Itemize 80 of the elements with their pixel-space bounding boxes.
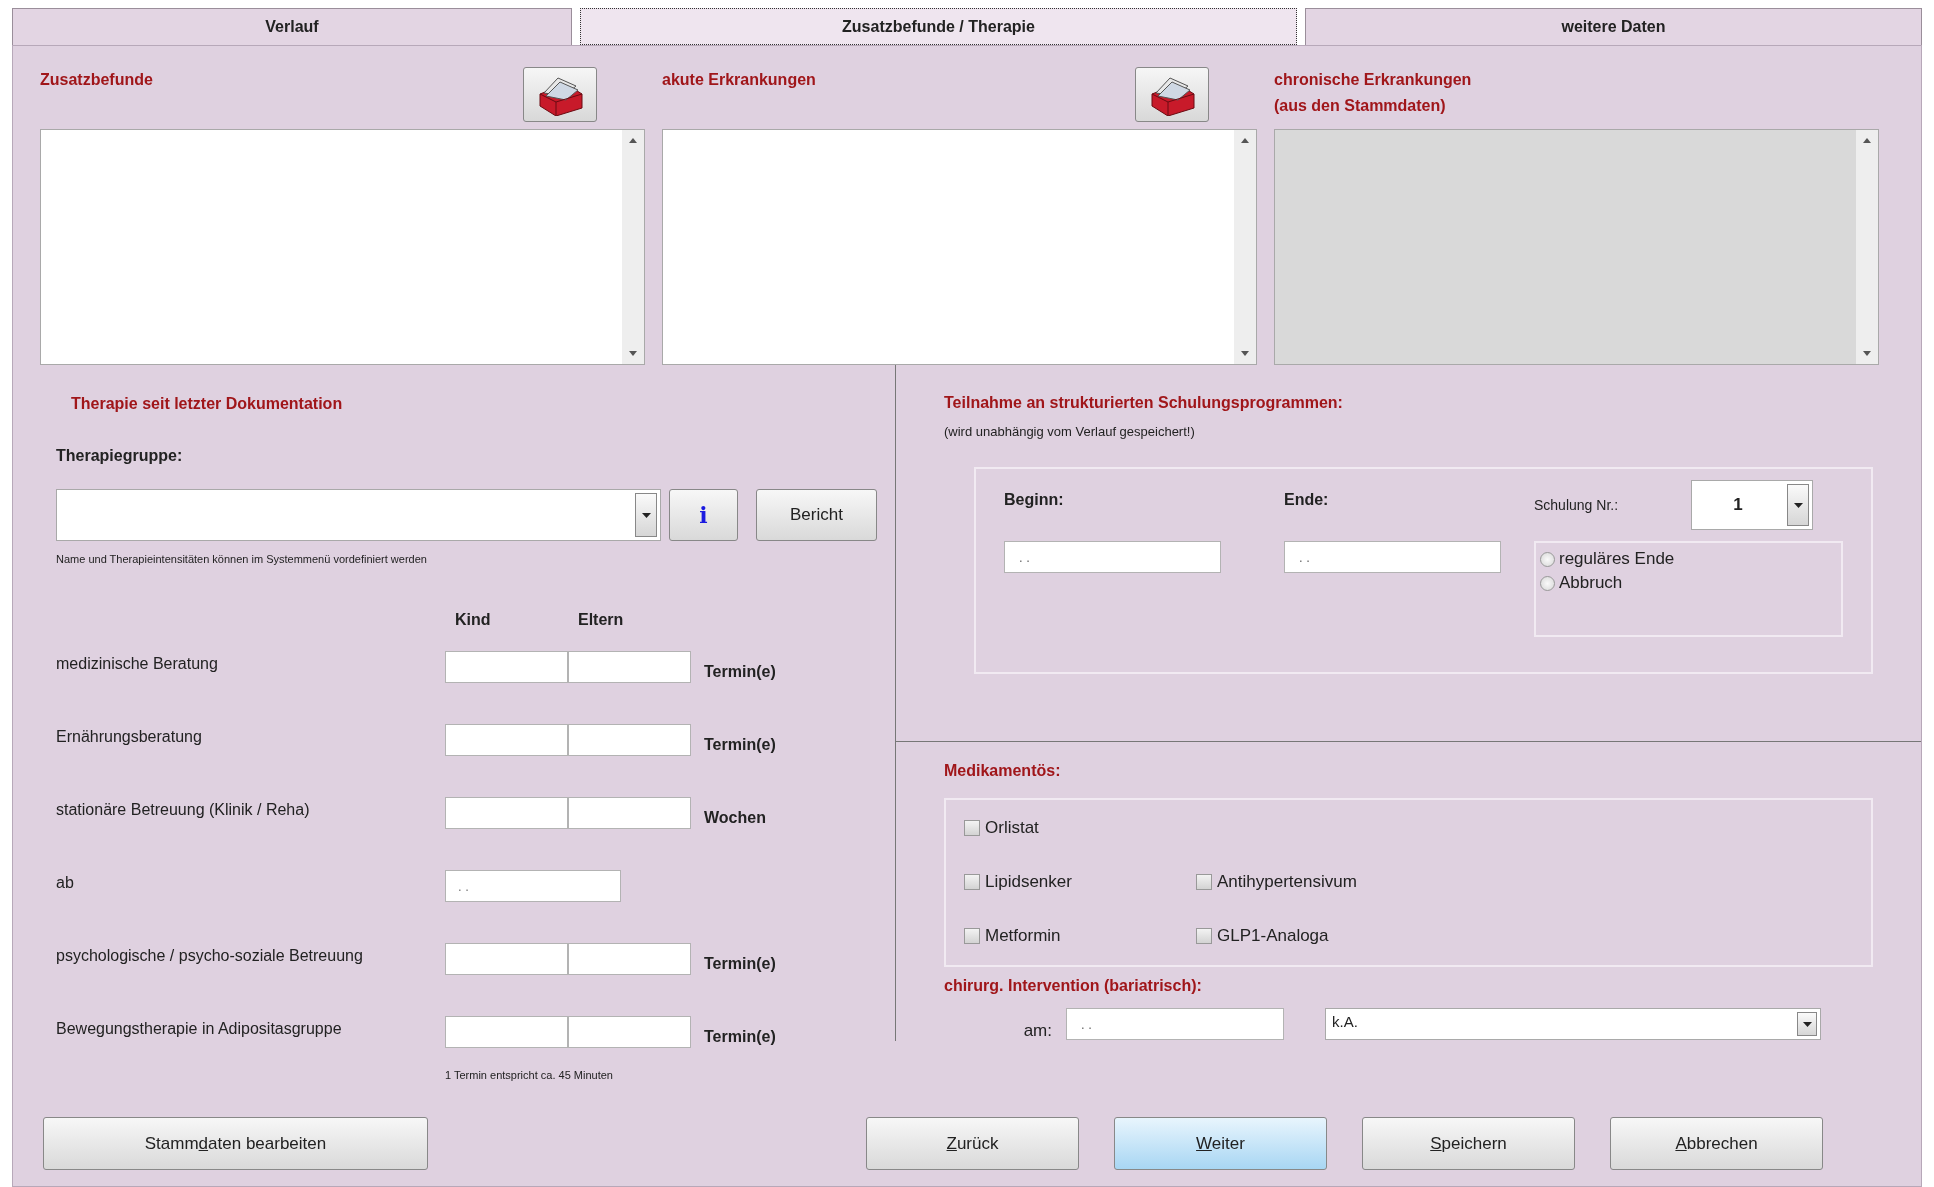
- input-field[interactable]: [445, 797, 568, 829]
- unit-label: Wochen: [703, 808, 767, 828]
- dropdown-arrow-icon: [1793, 502, 1803, 508]
- section-title: Therapie seit letzter Dokumentation: [71, 394, 344, 414]
- edit-master-data-button[interactable]: Stammdaten bearbeiten: [43, 1117, 428, 1170]
- checkbox[interactable]: [1196, 874, 1212, 890]
- section-title: chronische Erkrankungen (aus den Stammdaten): [1274, 70, 1472, 116]
- hint-text: Name und Therapieintensitäten können im Systemmenü vordefiniert werden: [56, 553, 428, 565]
- input-field[interactable]: [568, 651, 691, 683]
- action-button[interactable]: Speichern: [1362, 1117, 1575, 1170]
- dropdown-arrow-icon: [1802, 1021, 1812, 1027]
- input-field[interactable]: [445, 1016, 568, 1048]
- section-title: Teilnahme an strukturierten Schulungsprogrammen:: [944, 393, 1344, 413]
- checkbox-option[interactable]: GLP1-Analoga: [1196, 926, 1428, 946]
- checkbox[interactable]: [964, 820, 980, 836]
- column-header: Kind: [454, 611, 492, 630]
- checkbox[interactable]: [1196, 928, 1212, 944]
- unit-label: Termin(e): [703, 735, 777, 755]
- input-field[interactable]: [568, 943, 691, 975]
- unit-label: Termin(e): [703, 662, 777, 682]
- field-label: am:: [1022, 1020, 1053, 1041]
- therapy-group-dropdown[interactable]: [56, 489, 661, 541]
- field-label: Therapiegruppe:: [56, 447, 184, 465]
- input-field[interactable]: [445, 724, 568, 756]
- section-title: chirurg. Intervention (bariatrisch):: [944, 976, 1203, 996]
- footnote-text: 1 Termin entspricht ca. 45 Minuten: [444, 1068, 614, 1083]
- checkbox-option[interactable]: Orlistat: [964, 818, 1196, 838]
- scroll-up-icon[interactable]: [629, 138, 637, 143]
- number-dropdown[interactable]: 1: [1691, 480, 1813, 530]
- date-field[interactable]: . .: [1066, 1008, 1284, 1040]
- checkbox-option[interactable]: Metformin: [964, 926, 1196, 946]
- action-button[interactable]: Weiter: [1114, 1117, 1327, 1170]
- date-field[interactable]: . .: [1284, 541, 1501, 573]
- info-button[interactable]: i: [669, 489, 738, 541]
- scroll-down-icon[interactable]: [1241, 351, 1249, 356]
- dropdown-arrow-icon: [641, 512, 651, 518]
- unit-label: Termin(e): [703, 1027, 777, 1047]
- catalog-button[interactable]: [523, 67, 597, 122]
- note-text: (wird unabhängig vom Verlauf gespeichert!): [944, 424, 1196, 439]
- scrollbar[interactable]: [622, 130, 644, 364]
- input-field[interactable]: [568, 724, 691, 756]
- action-button[interactable]: Abbrechen: [1610, 1117, 1823, 1170]
- row-label: stationäre Betreuung (Klinik / Reha): [56, 800, 311, 820]
- checkbox-option[interactable]: Lipidsenker: [964, 872, 1196, 892]
- report-button[interactable]: Bericht: [756, 489, 877, 541]
- row-label: ab: [56, 873, 75, 893]
- date-field[interactable]: . .: [1004, 541, 1221, 573]
- field-label: Ende:: [1284, 490, 1330, 510]
- checkbox[interactable]: [964, 874, 980, 890]
- tab[interactable]: Verlauf: [12, 8, 572, 45]
- input-field[interactable]: [445, 943, 568, 975]
- input-field[interactable]: [445, 651, 568, 683]
- scroll-down-icon[interactable]: [629, 351, 637, 356]
- intervention-dropdown[interactable]: k.A.: [1325, 1008, 1821, 1040]
- section-title: akute Erkrankungen: [662, 70, 816, 90]
- radio-option[interactable]: reguläres Ende: [1540, 549, 1837, 569]
- field-label: Beginn:: [1004, 490, 1065, 510]
- input-field[interactable]: [568, 797, 691, 829]
- action-button[interactable]: Zurück: [866, 1117, 1079, 1170]
- section-title: Zusatzbefunde: [40, 70, 153, 90]
- catalog-button[interactable]: [1135, 67, 1209, 122]
- unit-label: Termin(e): [703, 954, 777, 974]
- field-label: Schulung Nr.:: [1534, 497, 1619, 513]
- date-field[interactable]: . .: [445, 870, 621, 902]
- row-label: Bewegungstherapie in Adipositasgruppe: [56, 1019, 343, 1039]
- radio-option[interactable]: Abbruch: [1540, 573, 1837, 593]
- checkbox-option[interactable]: Antihypertensivum: [1196, 872, 1428, 892]
- scrollbar[interactable]: [1234, 130, 1256, 364]
- scroll-up-icon[interactable]: [1241, 138, 1249, 143]
- input-field[interactable]: [568, 1016, 691, 1048]
- section-title: Medikamentös:: [944, 761, 1062, 781]
- column-header: Eltern: [577, 611, 625, 630]
- tab[interactable]: weitere Daten: [1305, 8, 1922, 45]
- radio-icon[interactable]: [1540, 575, 1555, 591]
- radio-icon[interactable]: [1540, 551, 1555, 567]
- row-label: Ernährungsberatung: [56, 727, 203, 747]
- checkbox[interactable]: [964, 928, 980, 944]
- row-label: medizinische Beratung: [56, 654, 219, 674]
- tab[interactable]: Zusatzbefunde / Therapie: [580, 8, 1297, 45]
- row-label: psychologische / psycho-soziale Betreuung: [56, 946, 364, 966]
